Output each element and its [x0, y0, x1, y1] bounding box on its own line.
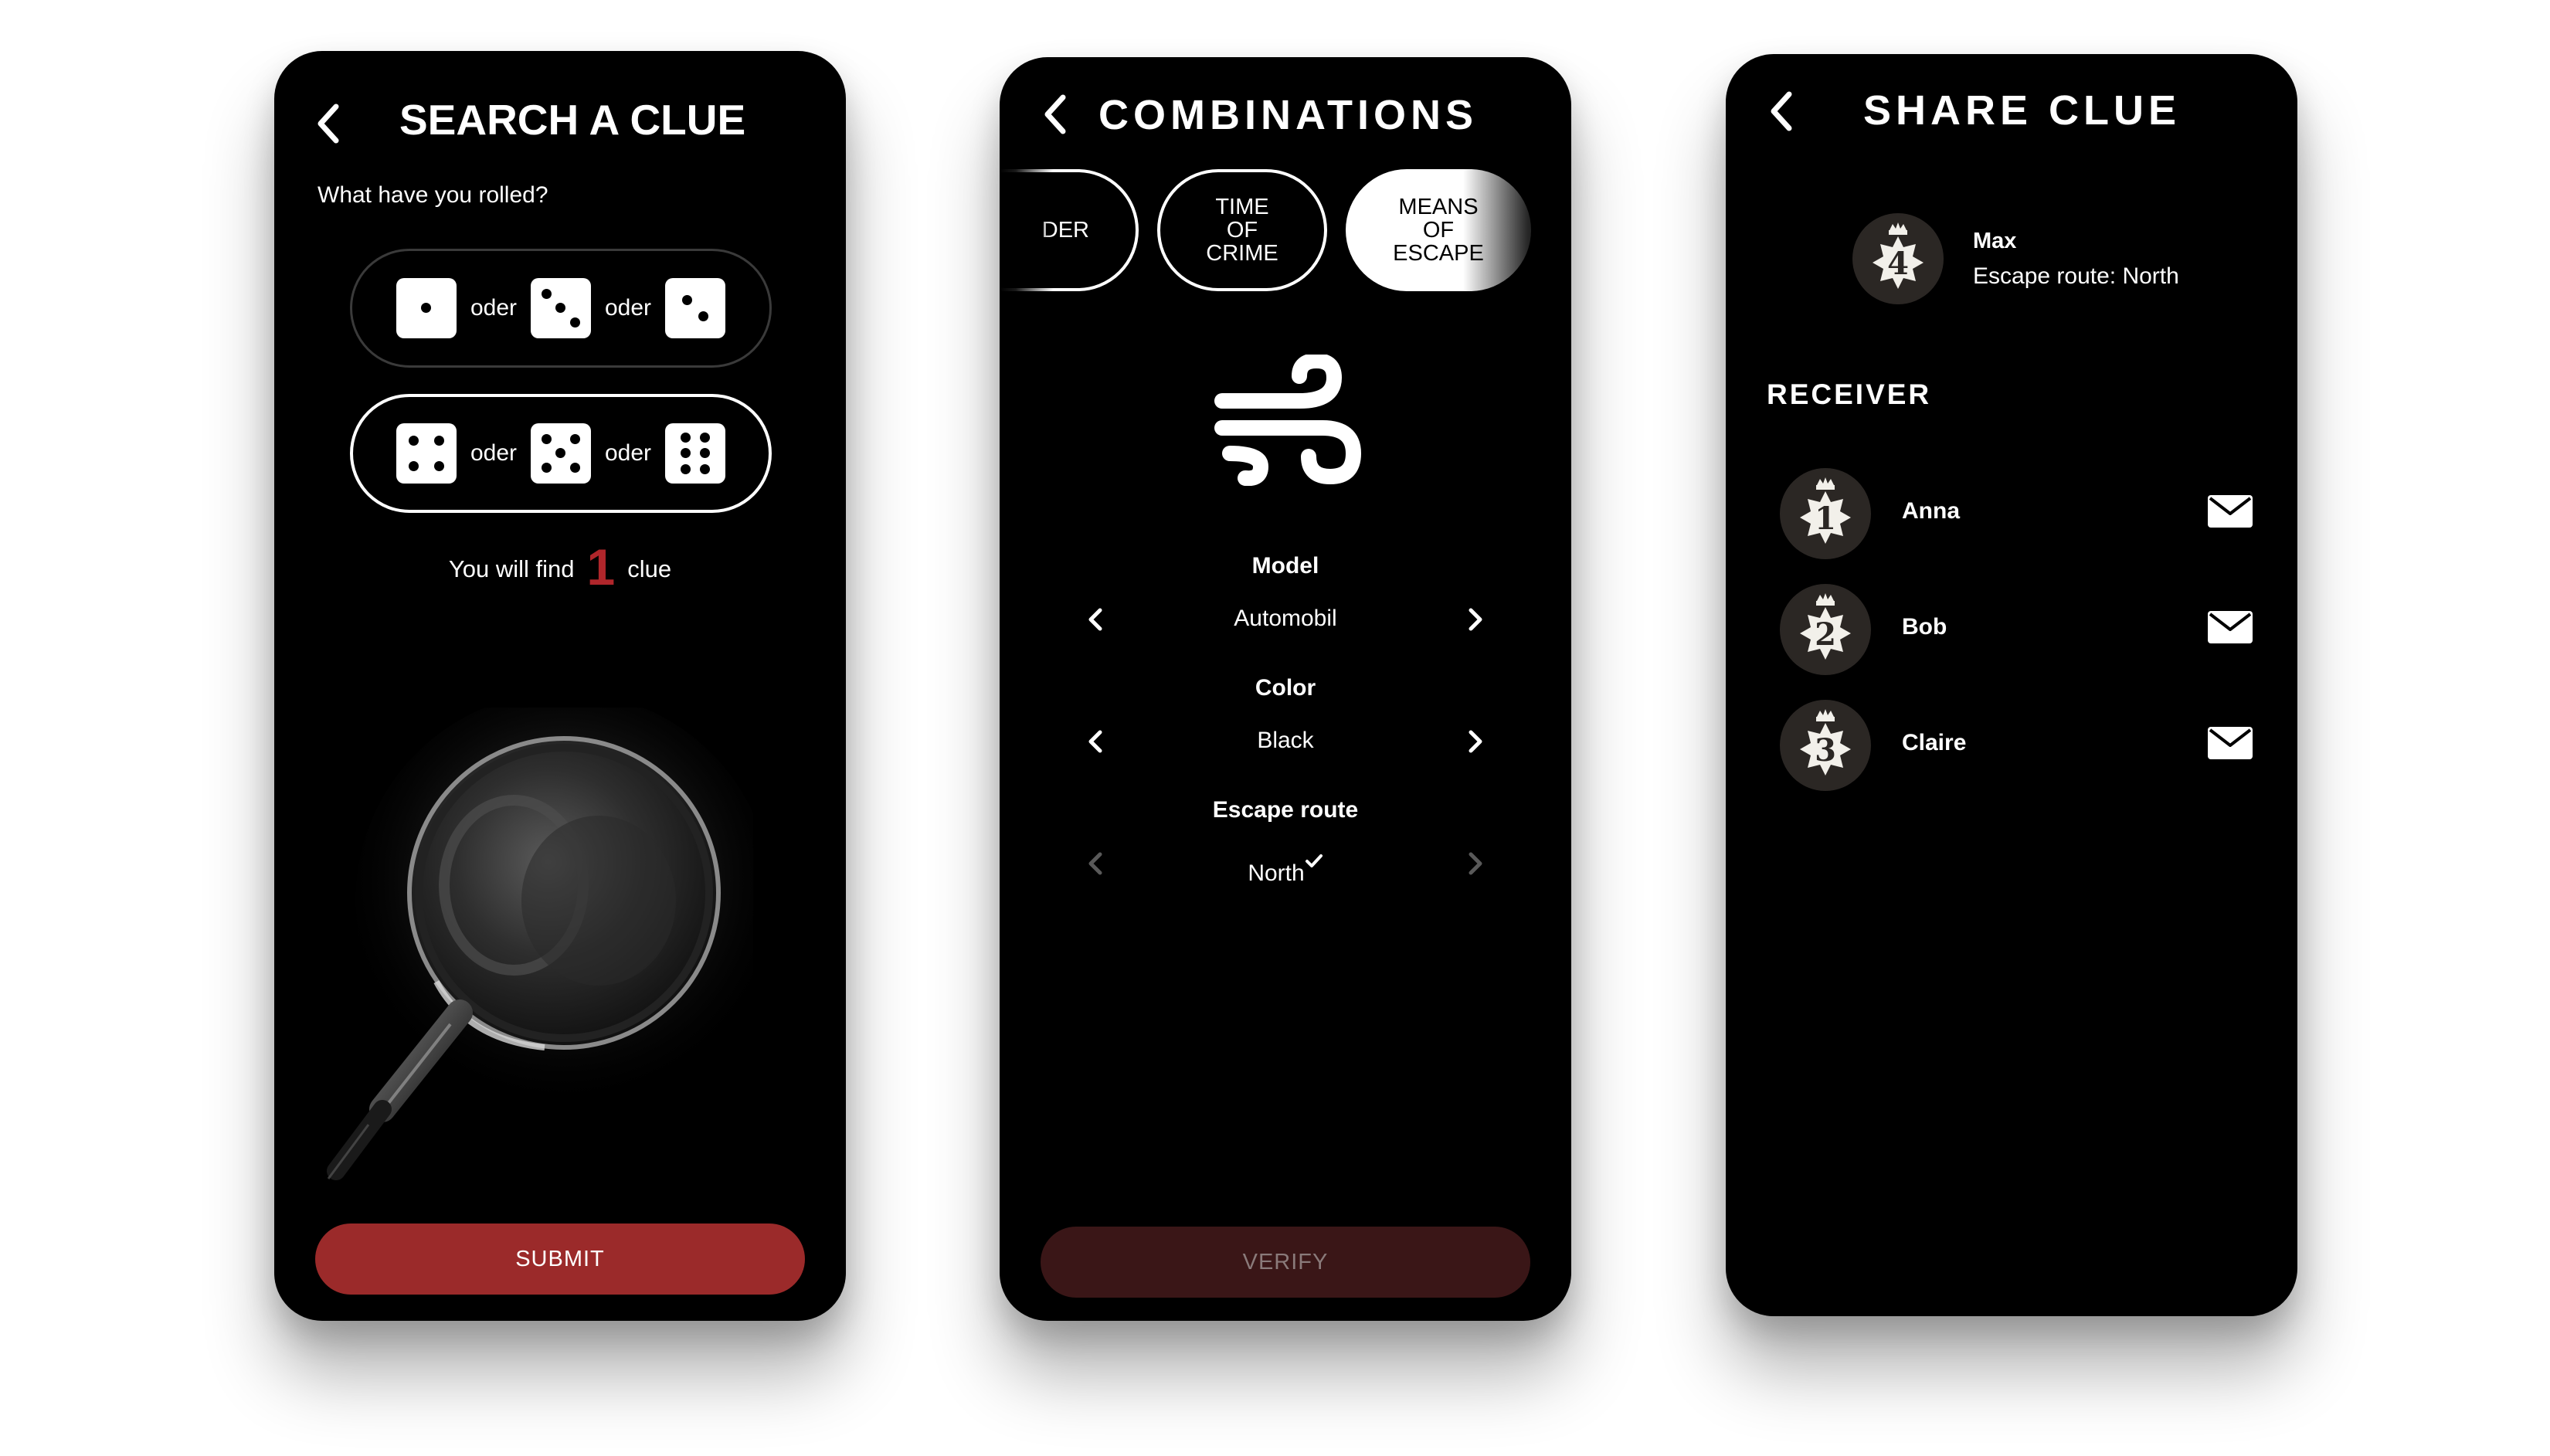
mail-icon[interactable] [2208, 495, 2253, 528]
selector-value-model: Automobil [1234, 606, 1337, 631]
selector-label-model: Model [1251, 553, 1319, 579]
chevron-left-icon[interactable] [1040, 93, 1071, 136]
chevron-right-icon[interactable] [1467, 851, 1484, 876]
chevron-right-icon[interactable] [1467, 607, 1484, 632]
wind-icon [1214, 352, 1362, 487]
escape-route-value: North [1248, 860, 1305, 886]
page-title: SHARE CLUE [1863, 87, 2182, 134]
scroll-fade-left [1000, 158, 1054, 304]
badge-number: 3 [1815, 732, 1836, 769]
separator-text: oder [605, 440, 652, 466]
die-face-1 [396, 278, 457, 338]
share-clue-screen: SHARE CLUE 4 Max Escape route: North REC… [1726, 54, 2297, 1316]
receiver-name: Claire [1902, 730, 1967, 755]
die-face-6 [665, 423, 726, 484]
submit-button[interactable]: SUBMIT [315, 1224, 805, 1295]
receiver-name: Bob [1902, 614, 1947, 640]
combinations-screen: COMBINATIONS DER TIME OF CRIME MEANS OF ESCA… [1000, 57, 1571, 1321]
sender-name: Max [1973, 229, 2017, 253]
player-badge-icon: 4 [1852, 213, 1944, 304]
die-face-2 [665, 278, 726, 338]
die-face-4 [396, 423, 457, 484]
result-suffix: clue [627, 555, 672, 582]
page-title: COMBINATIONS [1098, 92, 1478, 138]
search-clue-screen: SEARCH A CLUE What have you rolled? oder… [274, 51, 846, 1321]
dice-question: What have you rolled? [317, 182, 548, 208]
badge-number: 2 [1815, 616, 1836, 653]
player-badge-icon: 3 [1780, 700, 1871, 791]
receiver-heading: RECEIVER [1767, 378, 1932, 410]
category-tab-time-of-crime[interactable]: TIME OF CRIME [1157, 169, 1327, 291]
badge-number: 4 [1887, 246, 1909, 282]
magnifying-glass-illustration [321, 692, 772, 1186]
result-prefix: You will find [448, 555, 575, 582]
category-label: TIME OF CRIME [1206, 195, 1278, 266]
page-title: SEARCH A CLUE [399, 96, 746, 144]
selector-value-escape-route: North [1000, 850, 1571, 887]
selector-label-escape-route: Escape route [1212, 797, 1359, 823]
separator-text: oder [470, 440, 517, 466]
player-badge-icon: 1 [1780, 468, 1871, 559]
dice-option-low[interactable]: oder oder [350, 249, 772, 368]
badge-number: 1 [1815, 501, 1836, 537]
receiver-name: Anna [1902, 498, 1960, 524]
scroll-fade-right [1463, 158, 1571, 304]
clue-count-text: You will find 1 clue [274, 538, 846, 596]
selector-label-color: Color [1255, 675, 1316, 701]
sender-clue: Escape route: North [1973, 263, 2179, 289]
checkmark-icon [1305, 850, 1323, 867]
die-face-3 [531, 278, 591, 338]
chevron-left-icon[interactable] [1766, 90, 1797, 133]
clue-count-number: 1 [586, 538, 616, 596]
chevron-right-icon[interactable] [1467, 729, 1484, 754]
die-face-5 [531, 423, 591, 484]
player-badge-icon: 2 [1780, 584, 1871, 675]
dice-option-high[interactable]: oder oder [350, 394, 772, 513]
chevron-left-icon[interactable] [313, 102, 344, 145]
separator-text: oder [605, 295, 652, 321]
separator-text: oder [470, 295, 517, 321]
verify-button[interactable]: VERIFY [1041, 1227, 1530, 1298]
mail-icon[interactable] [2208, 727, 2253, 759]
mail-icon[interactable] [2208, 611, 2253, 643]
selector-value-color: Black [1257, 728, 1314, 753]
